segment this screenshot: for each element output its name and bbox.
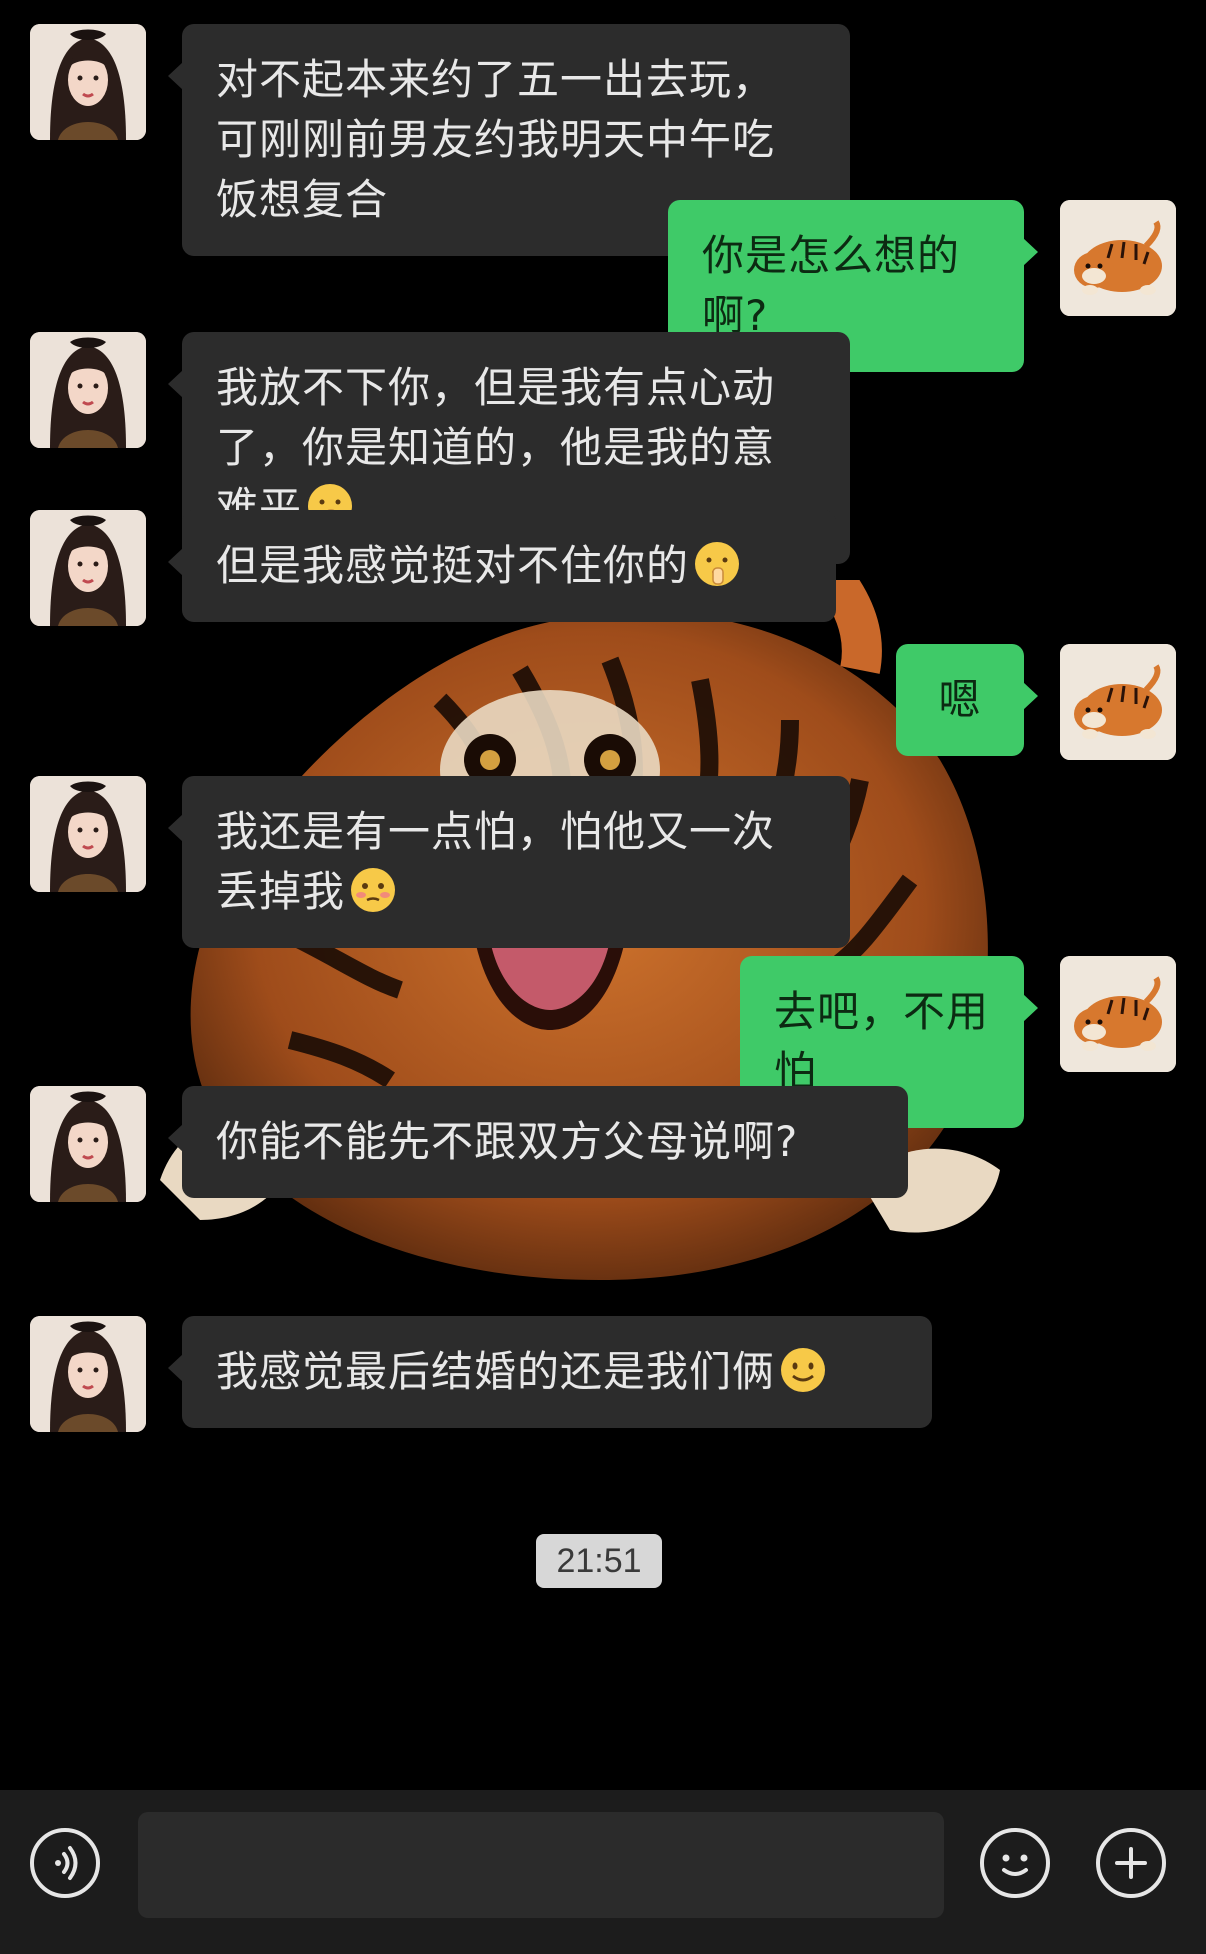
message-text: 我感觉最后结婚的还是我们俩: [216, 1347, 776, 1396]
emoji-face-icon[interactable]: [980, 1828, 1050, 1898]
tiger-avatar[interactable]: [1060, 644, 1176, 760]
girl-avatar[interactable]: [30, 24, 146, 140]
message-text: 嗯: [938, 675, 982, 724]
message-bubble[interactable]: 嗯: [896, 644, 1038, 756]
plus-icon[interactable]: [1096, 1828, 1166, 1898]
message-text: 你能不能先不跟双方父母说啊?: [216, 1117, 799, 1166]
message-bubble[interactable]: 我还是有一点怕，怕他又一次丢掉我: [168, 776, 850, 948]
input-bar: [0, 1790, 1206, 1954]
girl-avatar[interactable]: [30, 332, 146, 448]
blushing-face-icon: [347, 864, 399, 916]
tiger-avatar[interactable]: [1060, 200, 1176, 316]
girl-avatar[interactable]: [30, 1086, 146, 1202]
message-text: 但是我感觉挺对不住你的: [216, 541, 690, 590]
message-text: 我放不下你，但是我有点心动了，你是知道的，他是我的意难平: [216, 363, 776, 532]
tiger-avatar[interactable]: [1060, 956, 1176, 1072]
shushing-face-icon: [691, 538, 743, 590]
girl-avatar[interactable]: [30, 510, 146, 626]
message-text: 去吧，不用怕: [774, 987, 990, 1096]
message-input[interactable]: [138, 1812, 944, 1918]
message-text: 我还是有一点怕，怕他又一次丢掉我: [216, 807, 776, 916]
girl-avatar[interactable]: [30, 1316, 146, 1432]
message-text: 你是怎么想的啊?: [702, 231, 961, 340]
message-text: 对不起本来约了五一出去玩，可刚刚前男友约我明天中午吃饭想复合: [216, 55, 776, 224]
timestamp: 21:51: [536, 1534, 662, 1588]
message-bubble[interactable]: 你能不能先不跟双方父母说啊?: [168, 1086, 908, 1198]
girl-avatar[interactable]: [30, 776, 146, 892]
smiling-face-icon: [777, 1344, 829, 1396]
chat-area[interactable]: 对不起本来约了五一出去玩，可刚刚前男友约我明天中午吃饭想复合 你是怎么想的啊? …: [0, 0, 1206, 1790]
message-bubble[interactable]: 但是我感觉挺对不住你的: [168, 510, 836, 622]
voice-icon[interactable]: [30, 1828, 100, 1898]
message-bubble[interactable]: 我感觉最后结婚的还是我们俩: [168, 1316, 932, 1428]
